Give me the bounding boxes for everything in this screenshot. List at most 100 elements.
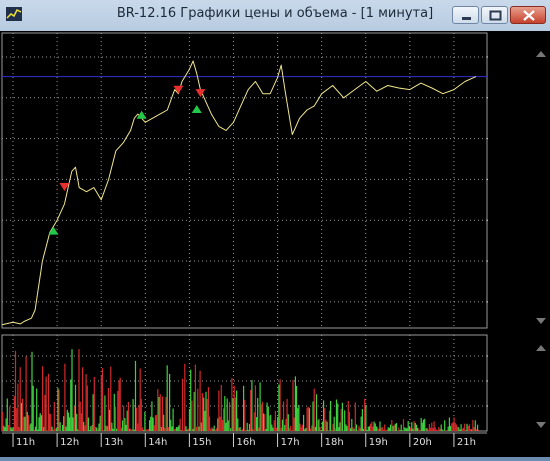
volume-bar <box>163 415 164 431</box>
volume-bar <box>187 429 188 431</box>
volume-bar <box>98 424 99 431</box>
volume-bar <box>435 427 436 431</box>
volume-bar <box>110 367 111 431</box>
volume-bar <box>309 408 310 431</box>
volume-bar <box>164 428 165 431</box>
volume-bar <box>395 424 396 431</box>
volume-bar <box>63 416 64 431</box>
volume-bar <box>315 427 316 431</box>
volume-bar <box>19 427 20 431</box>
volume-bar <box>379 422 380 432</box>
volume-bar <box>389 428 390 431</box>
volume-bar <box>203 398 204 431</box>
volume-bar <box>431 423 432 431</box>
volume-bar <box>111 423 112 431</box>
volume-bar <box>130 429 131 432</box>
volume-bar <box>329 411 330 431</box>
volume-bar <box>384 425 385 432</box>
volume-bar <box>419 430 420 431</box>
volume-bar <box>88 418 89 431</box>
volume-bar <box>55 429 56 432</box>
volume-bar <box>58 390 59 432</box>
volume-bar <box>66 427 67 431</box>
volume-bar <box>248 430 249 431</box>
volume-bar <box>296 386 297 431</box>
time-axis-label: 14h <box>148 437 167 448</box>
volume-bar <box>258 428 259 431</box>
volume-bar <box>75 385 76 431</box>
volume-bar <box>297 408 298 431</box>
volume-bar <box>37 430 38 431</box>
title-bar[interactable]: BR-12.16 Графики цены и объема - [1 мину… <box>0 0 550 31</box>
volume-bar <box>249 424 250 431</box>
volume-bar <box>457 427 458 431</box>
volume-bar <box>177 427 178 431</box>
volume-bar <box>167 365 168 431</box>
price-chart[interactable]: 50,550,049,549,048,548,047,550,26 <box>2 33 525 328</box>
volume-bar <box>305 428 306 431</box>
volume-bar <box>463 428 464 431</box>
volume-bar <box>399 430 400 431</box>
volume-bar <box>103 430 104 431</box>
volume-bar <box>269 416 270 431</box>
volume-bar <box>401 425 402 431</box>
volume-bar <box>69 417 70 431</box>
volume-bar <box>81 413 82 431</box>
volume-bar <box>374 422 375 432</box>
maximize-button[interactable] <box>481 6 508 24</box>
volume-bar <box>455 423 456 431</box>
volume-bar <box>135 361 136 431</box>
volume-bar <box>16 408 17 431</box>
volume-bar <box>191 401 192 431</box>
minimize-button[interactable] <box>452 6 479 24</box>
volume-bar <box>42 366 43 431</box>
volume-bar <box>161 427 162 431</box>
volume-bar <box>86 374 87 431</box>
volume-bar <box>280 379 281 431</box>
volume-bar <box>169 374 170 431</box>
volume-bar <box>215 430 216 432</box>
volume-bar <box>228 420 229 431</box>
axis-strip <box>488 31 550 457</box>
volume-bar <box>336 400 337 432</box>
volume-bar <box>311 426 312 432</box>
volume-bar <box>23 417 24 431</box>
time-axis-label: 20h <box>413 437 432 448</box>
volume-bar <box>361 417 362 432</box>
volume-bar <box>409 426 410 431</box>
volume-bar <box>123 406 124 431</box>
volume-bar <box>368 427 369 431</box>
volume-bar <box>405 428 406 431</box>
volume-bar <box>276 428 277 431</box>
volume-bar <box>345 424 346 431</box>
volume-bar <box>308 407 309 431</box>
volume-bar <box>51 427 52 431</box>
volume-bar <box>127 411 128 431</box>
close-button[interactable] <box>510 6 546 24</box>
volume-bar <box>44 395 45 431</box>
volume-bar <box>475 420 476 431</box>
volume-bar <box>244 400 245 431</box>
time-axis-label: 12h <box>60 437 79 448</box>
volume-bar <box>35 427 36 431</box>
volume-bar <box>387 430 388 432</box>
volume-bar <box>129 429 130 431</box>
volume-bar <box>364 399 365 431</box>
volume-bar <box>189 409 190 431</box>
volume-chart[interactable]: 15 00010 0005 000151 <box>2 335 529 432</box>
volume-bar <box>451 423 452 431</box>
volume-bar <box>126 425 127 431</box>
volume-bar <box>144 412 145 431</box>
volume-bar <box>256 417 257 431</box>
volume-bar <box>241 430 242 431</box>
charts-area: 50,550,049,549,048,548,047,550,26 15 000… <box>0 31 550 457</box>
volume-bar <box>335 428 336 431</box>
volume-bar <box>104 396 105 432</box>
volume-bar <box>359 428 360 431</box>
volume-bar <box>211 427 212 431</box>
volume-bar <box>367 430 368 431</box>
volume-bar <box>185 426 186 431</box>
volume-bar <box>102 368 103 431</box>
volume-bar <box>158 397 159 431</box>
volume-bar <box>316 394 317 431</box>
